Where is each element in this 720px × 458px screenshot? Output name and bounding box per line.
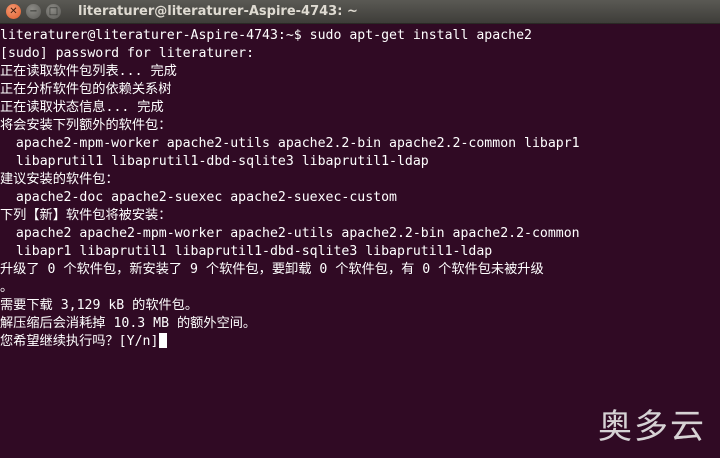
terminal-line: 正在分析软件包的依赖关系树 — [0, 82, 172, 97]
terminal-output[interactable]: literaturer@literaturer-Aspire-4743:~$ s… — [0, 27, 720, 458]
terminal-line: [sudo] password for literaturer: — [0, 46, 255, 61]
terminal-line: libapr1 libaprutil1 libaprutil1-dbd-sqli… — [0, 244, 493, 259]
close-button[interactable]: ✕ — [6, 4, 21, 19]
terminal-line: apache2 apache2-mpm-worker apache2-utils… — [0, 226, 580, 241]
maximize-button[interactable]: □ — [46, 4, 61, 19]
window-title: literaturer@literaturer-Aspire-4743: ~ — [78, 4, 358, 19]
window-controls: ✕ − □ — [6, 4, 66, 19]
terminal-line: apache2-mpm-worker apache2-utils apache2… — [0, 136, 580, 151]
terminal-line: 下列【新】软件包将被安装： — [0, 208, 172, 223]
prompt-text: 您希望继续执行吗？[Y/n] — [0, 334, 159, 349]
terminal-line: 正在读取软件包列表... 完成 — [0, 64, 177, 79]
watermark-logo: 奥多云 — [598, 407, 706, 447]
terminal-line: 需要下载 3,129 kB 的软件包。 — [0, 298, 199, 313]
terminal-line: 。 — [0, 280, 14, 295]
prompt-line: 您希望继续执行吗？[Y/n] — [0, 333, 720, 351]
terminal-line: literaturer@literaturer-Aspire-4743:~$ s… — [0, 28, 532, 43]
terminal-window: ✕ − □ literaturer@literaturer-Aspire-474… — [0, 0, 720, 458]
terminal-line: 建议安装的软件包： — [0, 172, 119, 187]
terminal-line: 正在读取状态信息... 完成 — [0, 100, 164, 115]
title-bar[interactable]: ✕ − □ literaturer@literaturer-Aspire-474… — [0, 0, 720, 24]
terminal-line: 解压缩后会消耗掉 10.3 MB 的额外空间。 — [0, 316, 257, 331]
minimize-button[interactable]: − — [26, 4, 41, 19]
text-cursor — [159, 333, 168, 348]
terminal-line: 将会安装下列额外的软件包： — [0, 118, 172, 133]
terminal-line: libaprutil1 libaprutil1-dbd-sqlite3 liba… — [0, 154, 429, 169]
terminal-line: apache2-doc apache2-suexec apache2-suexe… — [0, 190, 397, 205]
terminal-line: 升级了 0 个软件包，新安装了 9 个软件包，要卸载 0 个软件包，有 0 个软… — [0, 262, 544, 277]
